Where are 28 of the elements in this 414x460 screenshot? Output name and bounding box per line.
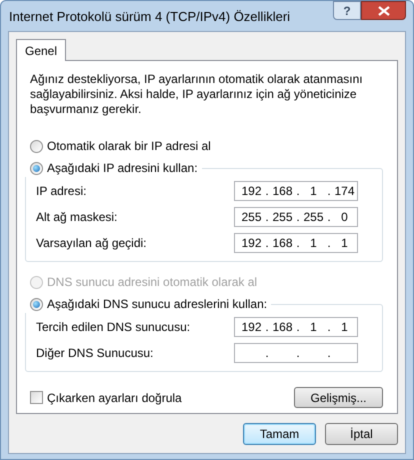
ip-address-field[interactable]: 255 . 255 . 255 . 0 [234, 207, 358, 227]
dialog-button[interactable]: Tamam [243, 423, 316, 445]
field-label: Varsayılan ağ geçidi: [36, 235, 147, 252]
close-icon [378, 6, 390, 16]
advanced-button[interactable]: Gelişmiş... [294, 387, 383, 408]
radio-button[interactable] [30, 162, 43, 174]
window-title: Internet Protokolü sürüm 4 (TCP/IPv4) Özellikleri [8, 8, 290, 26]
ip-address-field[interactable]: 192 . 168 . 1 . 174 [234, 181, 358, 201]
field-label: Tercih edilen DNS sunucusu: [36, 319, 190, 336]
ip-address-field[interactable]: 192 . 168 . 1 . 1 [234, 233, 358, 253]
checkbox-label: Çıkarken ayarları doğrula [47, 390, 182, 406]
checkbox[interactable] [30, 391, 43, 404]
field-label: IP adresi: [36, 183, 86, 200]
radio-button[interactable] [30, 298, 43, 310]
help-button[interactable]: ? [333, 1, 361, 20]
ip-address-field[interactable]: 192 . 168 . 1 . 1 [234, 317, 358, 337]
field-label: Diğer DNS Sunucusu: [36, 345, 154, 362]
radio-label: Otomatik olarak bir IP adresi al [47, 138, 211, 155]
radio-label: Aşağıdaki DNS sunucu adreslerini kullan: [47, 296, 268, 313]
close-button[interactable] [361, 1, 406, 20]
description-text: Ağınız destekliyorsa, IP ayarlarının otomatik olarak atanmasını sağlayabilirsiniz. Aksi halde, IP ayarlarınız için ağ yöneticinize başvurmanız gerekir. [30, 72, 364, 117]
radio-label: DNS sunucu adresini otomatik olarak al [47, 274, 258, 291]
radio-label: Aşağıdaki IP adresini kullan: [47, 160, 198, 177]
tab[interactable]: Genel [16, 39, 66, 61]
ip-address-field[interactable]: . . . [234, 343, 358, 363]
field-label: Alt ağ maskesi: [36, 209, 118, 226]
dialog-button[interactable]: İptal [325, 423, 398, 445]
radio-button[interactable] [30, 140, 43, 152]
